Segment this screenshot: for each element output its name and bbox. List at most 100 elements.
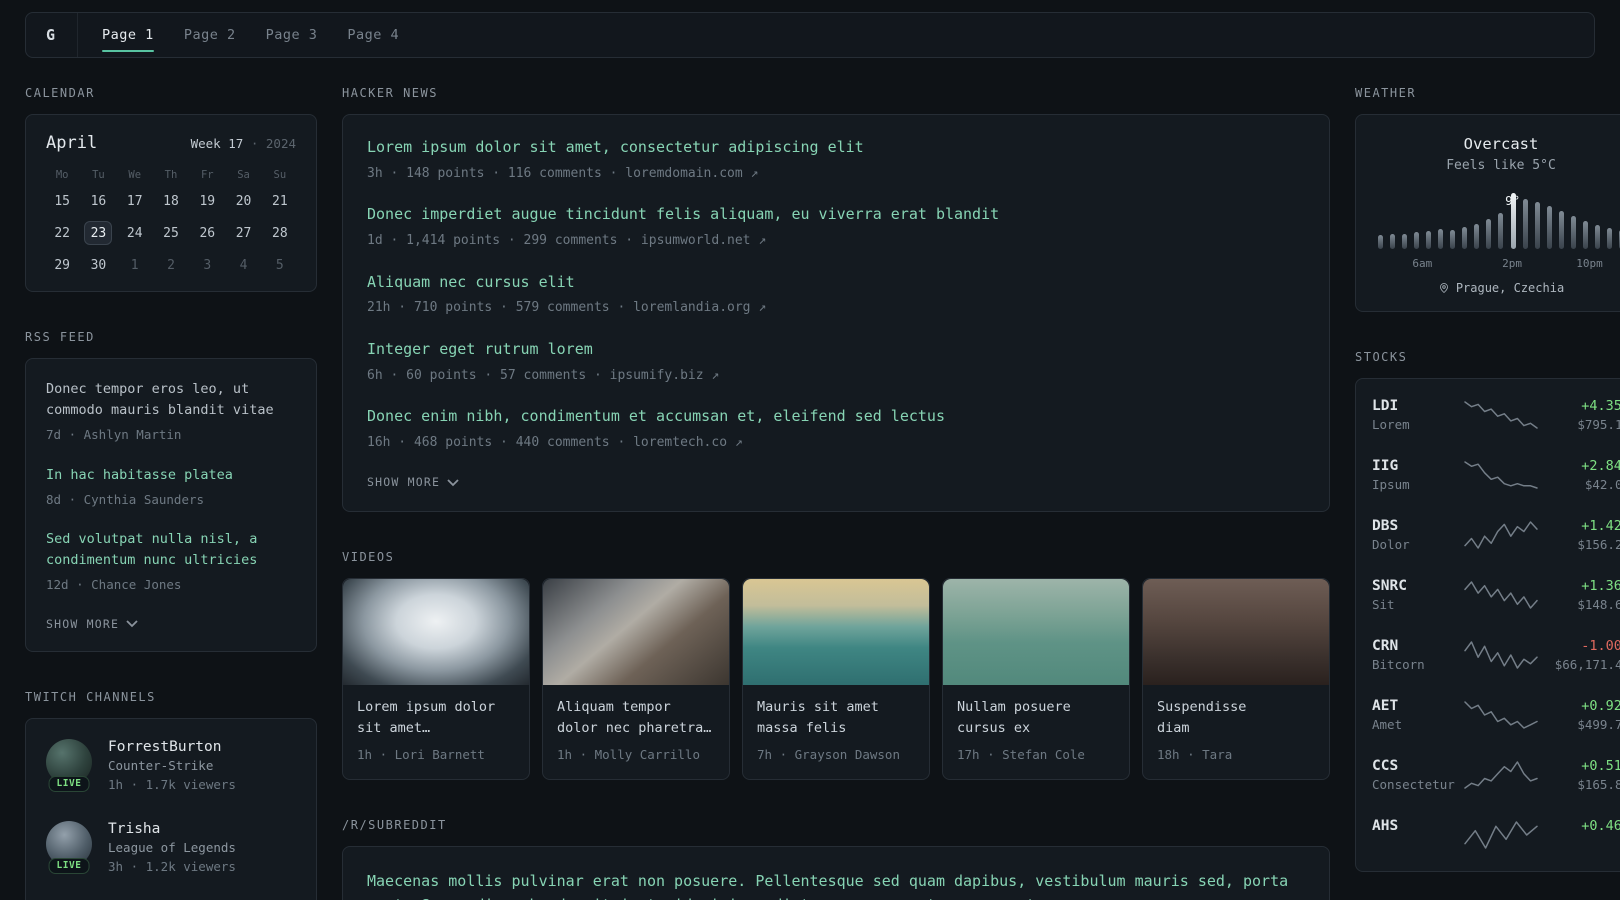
stock-name: Dolor xyxy=(1372,537,1410,552)
channel-name: Trisha xyxy=(108,820,161,837)
stock-row[interactable]: AHS +0.46% xyxy=(1372,805,1620,865)
video-card[interactable]: Lorem ipsum dolor sit amet consectetu… 1… xyxy=(342,578,530,780)
rss-item-link[interactable]: In hac habitasse platea xyxy=(46,465,296,486)
weather-time-axis: 6am 2pm 10pm xyxy=(1378,255,1620,273)
page-tab[interactable]: Page 1 xyxy=(102,13,154,57)
hn-item-link[interactable]: Lorem ipsum dolor sit amet, consectetur … xyxy=(367,137,1305,159)
subreddit-box: Maecenas mollis pulvinar erat non posuer… xyxy=(342,845,1330,900)
live-badge: LIVE xyxy=(48,857,90,874)
stock-row[interactable]: DBS Dolor +1.42% $156.28 xyxy=(1372,505,1620,565)
calendar-day: 16 xyxy=(90,193,107,209)
weather-feels-like: Feels like 5°C xyxy=(1446,158,1556,173)
stock-price: $156.28 xyxy=(1577,537,1620,552)
rss-item-link[interactable]: Sed volutpat nulla nisl, a condimentum n… xyxy=(46,529,296,571)
video-meta: 1h · Molly Carrillo xyxy=(557,746,700,762)
weather-bar xyxy=(1462,227,1468,249)
stock-row[interactable]: CCS Consectetur +0.51% $165.84 xyxy=(1372,745,1620,805)
weather-bar xyxy=(1414,232,1420,249)
right-column: WEATHER Overcast Feels like 5°C 9° 6am 2… xyxy=(1355,86,1620,900)
weather-widget: WEATHER Overcast Feels like 5°C 9° 6am 2… xyxy=(1355,86,1620,312)
hn-item-link[interactable]: Aliquam nec cursus elit xyxy=(367,272,1305,294)
stock-row[interactable]: LDI Lorem +4.35% $795.18 xyxy=(1372,385,1620,445)
stocks-box: LDI Lorem +4.35% $795.18 IIG Ipsum xyxy=(1355,378,1620,872)
hn-item-link[interactable]: Donec enim nibh, condimentum et accumsan… xyxy=(367,406,1305,428)
video-thumbnail xyxy=(943,579,1129,686)
calendar-day: 22 xyxy=(54,225,70,241)
twitch-channel-row[interactable]: LIVE ForrestBurton Counter-Strike 1h · 1… xyxy=(46,738,296,795)
stock-name: Sit xyxy=(1372,597,1395,612)
stock-row[interactable]: CRN Bitcorn -1.00% $66,171.48 xyxy=(1372,625,1620,685)
channel-avatar: LIVE xyxy=(46,738,92,792)
stocks-widget: STOCKS LDI Lorem +4.35% $795.18 xyxy=(1355,350,1620,872)
channel-game: Counter-Strike xyxy=(108,757,214,773)
calendar-day: 18 xyxy=(163,193,179,209)
video-thumbnail xyxy=(343,579,529,686)
videos-widget: VIDEOS Lorem ipsum dolor sit amet consec… xyxy=(342,550,1330,780)
stock-values: +0.92% $499.72 xyxy=(1543,698,1620,732)
stock-symbol: CRN xyxy=(1372,638,1399,654)
channel-avatar: LIVE xyxy=(46,820,92,874)
weather-bar xyxy=(1450,230,1456,249)
stock-sparkline xyxy=(1464,761,1538,789)
stock-id: AHS xyxy=(1372,818,1459,852)
weather-bar xyxy=(1558,211,1564,249)
twitch-widget-title: TWITCH CHANNELS xyxy=(25,689,156,704)
stock-sparkline xyxy=(1464,821,1538,849)
video-card[interactable]: Nullam posuere cursus ex 17h · Stefan Co… xyxy=(942,578,1130,780)
video-card[interactable]: Aliquam tempor dolor nec pharetra… 1h · … xyxy=(542,578,730,780)
twitch-channel-row[interactable]: LIVE Trisha League of Legends 3h · 1.2k … xyxy=(46,820,296,877)
calendar-widget-title: CALENDAR xyxy=(25,86,95,100)
video-card[interactable]: Suspendisse diam 18h · Tara xyxy=(1142,578,1330,780)
weather-bar xyxy=(1498,213,1504,249)
rss-item: Sed volutpat nulla nisl, a condimentum n… xyxy=(46,529,296,595)
video-card[interactable]: Mauris sit amet massa felis 7h · Grayson… xyxy=(742,578,930,780)
page-tab[interactable]: Page 3 xyxy=(266,13,318,57)
page-tab[interactable]: Page 4 xyxy=(347,13,399,57)
rss-show-more-button[interactable]: SHOW MORE xyxy=(46,615,138,631)
rss-item-link[interactable]: Donec tempor eros leo, ut commodo mauris… xyxy=(46,379,296,421)
calendar-day: 23 xyxy=(84,221,113,245)
video-title: Aliquam tempor dolor nec pharetra… xyxy=(557,699,712,736)
stock-values: +0.51% $165.84 xyxy=(1543,758,1620,792)
weather-bar xyxy=(1582,221,1588,249)
stock-row[interactable]: IIG Ipsum +2.84% $42.04 xyxy=(1372,445,1620,505)
twitch-widget: TWITCH CHANNELS LIVE ForrestBurton Count… xyxy=(25,690,317,900)
hn-item-link[interactable]: Donec imperdiet augue tincidunt felis al… xyxy=(367,204,1305,226)
hn-item-meta: 1d · 1,414 points · 299 comments · ipsum… xyxy=(367,233,767,248)
reddit-post-link[interactable]: Maecenas mollis pulvinar erat non posuer… xyxy=(367,869,1305,900)
reddit-post: Maecenas mollis pulvinar erat non posuer… xyxy=(367,869,1305,900)
weather-bar xyxy=(1378,235,1383,249)
calendar-day: 20 xyxy=(235,193,252,209)
hn-item-link[interactable]: Integer eget rutrum lorem xyxy=(367,339,1305,361)
hackernews-widget: HACKER NEWS Lorem ipsum dolor sit amet, … xyxy=(342,86,1330,513)
middle-column: HACKER NEWS Lorem ipsum dolor sit amet, … xyxy=(342,86,1330,900)
app-logo[interactable]: G xyxy=(46,13,79,57)
stock-row[interactable]: SNRC Sit +1.36% $148.64 xyxy=(1372,565,1620,625)
page-tab[interactable]: Page 2 xyxy=(184,13,236,57)
top-nav-bar: G Page 1 Page 2 Page 3 Page 4 xyxy=(25,12,1595,58)
stock-change: +1.42% xyxy=(1581,518,1620,534)
stock-symbol: CCS xyxy=(1372,758,1399,774)
calendar-day: 3 xyxy=(203,257,212,273)
stock-change: -1.00% xyxy=(1581,638,1620,654)
hn-item: Lorem ipsum dolor sit amet, consectetur … xyxy=(367,137,1305,183)
calendar-day: 26 xyxy=(199,225,216,241)
hn-item: Donec enim nibh, condimentum et accumsan… xyxy=(367,406,1305,452)
weather-bar xyxy=(1546,206,1552,249)
hn-show-more-button[interactable]: SHOW MORE xyxy=(367,473,459,489)
stock-name: Ipsum xyxy=(1372,477,1410,492)
calendar-day-header: Th xyxy=(164,169,178,181)
stock-row[interactable]: AET Amet +0.92% $499.72 xyxy=(1372,685,1620,745)
hn-item: Aliquam nec cursus elit 21h · 710 points… xyxy=(367,272,1305,318)
stock-price: $148.64 xyxy=(1577,597,1620,612)
rss-item: In hac habitasse platea 8d · Cynthia Sau… xyxy=(46,465,296,510)
stock-symbol: AET xyxy=(1372,698,1399,714)
rss-widget-title: RSS FEED xyxy=(25,330,95,344)
calendar-week-label: Week 17 xyxy=(190,136,244,151)
hn-item-meta: 3h · 148 points · 116 comments · loremdo… xyxy=(367,165,759,181)
stock-symbol: SNRC xyxy=(1372,578,1407,594)
stock-change: +0.92% xyxy=(1581,698,1620,714)
rss-item-meta: 8d · Cynthia Saunders xyxy=(46,491,205,507)
calendar-day-header: Fr xyxy=(200,169,214,181)
video-thumbnail xyxy=(543,579,729,686)
